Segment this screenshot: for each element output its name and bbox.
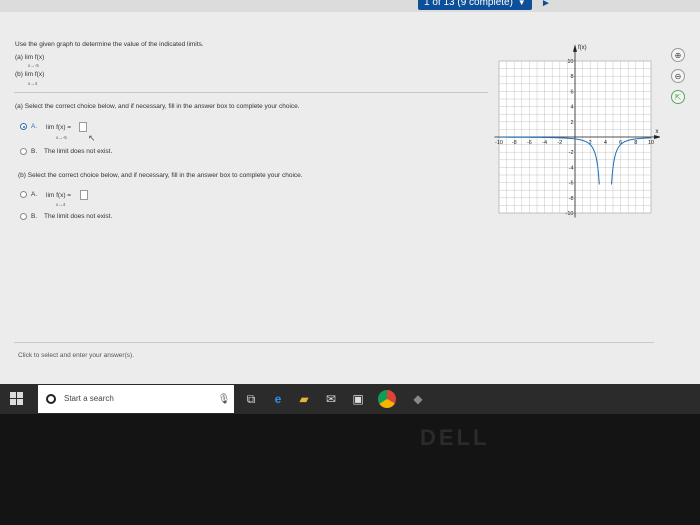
progress-label: 1 of 13 (9 complete): [424, 0, 513, 8]
y-tick-label: 2: [570, 120, 573, 126]
x-tick-label: 10: [648, 140, 654, 146]
external-link-icon[interactable]: ⇱: [671, 90, 685, 104]
mouse-cursor-icon: ↖: [88, 133, 96, 143]
part-b-option-a-label: A.: [31, 191, 38, 198]
part-b-answer-box[interactable]: [80, 190, 88, 200]
part-b-question: (b) lim f(x): [15, 71, 45, 78]
taskbar-search-box[interactable]: Start a search: [38, 385, 234, 413]
part-a-prompt: (a) Select the correct choice below, and…: [15, 103, 300, 110]
search-placeholder: Start a search: [64, 394, 114, 403]
question-panel: Use the given graph to determine the val…: [0, 12, 700, 384]
x-axis-label: x: [656, 129, 659, 135]
microphone-icon[interactable]: 🎙: [216, 393, 232, 407]
next-question-icon[interactable]: ►: [541, 0, 551, 9]
store-icon[interactable]: ▣: [350, 392, 366, 406]
part-a-option-b-label: B.: [31, 148, 38, 155]
chrome-icon[interactable]: [378, 390, 396, 408]
part-b-option-b-label: B.: [31, 213, 38, 220]
x-tick-label: 8: [634, 140, 637, 146]
y-tick-label: -6: [569, 181, 574, 187]
x-tick-label: -6: [527, 140, 532, 146]
x-tick-label: -2: [557, 140, 562, 146]
monitor-bezel: DELL: [0, 414, 700, 525]
part-a-option-a-approach: x→-5: [56, 135, 67, 140]
y-tick-label: -4: [569, 165, 574, 171]
y-tick-label: -2: [569, 150, 574, 156]
edge-icon[interactable]: e: [270, 392, 286, 406]
task-view-icon[interactable]: ⧉: [243, 392, 259, 406]
browser-page: 1 of 13 (9 complete) ▼ ► Use the given g…: [0, 0, 700, 384]
x-tick-label: -4: [542, 140, 547, 146]
part-a-option-b-text: The limit does not exist.: [44, 148, 113, 155]
part-b-option-b-radio[interactable]: [20, 213, 27, 220]
zoom-out-icon[interactable]: ⊖: [671, 69, 685, 83]
zoom-in-icon[interactable]: ⊕: [671, 48, 685, 62]
cortana-icon: [46, 394, 56, 404]
part-a-question: (a) lim f(x): [15, 54, 45, 61]
part-a-option-a-expr: lim f(x) =: [46, 124, 72, 131]
part-b-prompt: (b) Select the correct choice below, and…: [18, 172, 303, 179]
part-b-option-a-radio[interactable]: [20, 191, 27, 198]
y-tick-label: -8: [569, 196, 574, 202]
y-tick-label: 8: [570, 74, 573, 80]
x-tick-label: -8: [512, 140, 517, 146]
file-explorer-icon[interactable]: ▰: [296, 392, 312, 406]
part-b-option-a-expr: lim f(x) =: [46, 192, 72, 199]
app-icon[interactable]: ◆: [410, 392, 426, 406]
footer-divider: [14, 342, 654, 343]
windows-start-icon[interactable]: [10, 392, 24, 406]
x-tick-label: -10: [495, 140, 503, 146]
footer-hint: Click to select and enter your answer(s)…: [18, 352, 134, 359]
part-a-answer-box[interactable]: [79, 122, 87, 132]
progress-dropdown[interactable]: 1 of 13 (9 complete) ▼: [418, 0, 532, 10]
part-a-option-b-radio[interactable]: [20, 148, 27, 155]
mail-icon[interactable]: ✉: [323, 392, 339, 406]
y-axis-arrow-icon: [573, 44, 577, 52]
x-tick-label: 4: [604, 140, 607, 146]
part-b-option-b-text: The limit does not exist.: [44, 213, 113, 220]
y-axis-label: f(x): [578, 45, 587, 51]
y-tick-label: -10: [566, 211, 574, 217]
y-tick-label: 10: [567, 59, 573, 65]
part-a-approach: x→-5: [28, 63, 39, 68]
brand-logo: DELL: [420, 425, 490, 450]
top-bar: 1 of 13 (9 complete) ▼ ►: [0, 0, 700, 12]
windows-taskbar: Start a search 🎙 ⧉ e ▰ ✉ ▣ ◆: [0, 384, 700, 414]
function-graph: f(x)x-10 -8 -6 -4 -2 2 4 6 8 10108642-2-4-6-8-10: [494, 44, 660, 218]
part-b-option-a-approach: x→4: [56, 202, 66, 207]
instruction-text: Use the given graph to determine the val…: [15, 41, 204, 48]
part-b-approach: x→4: [28, 81, 38, 86]
part-a-option-a-label: A.: [31, 123, 38, 130]
y-tick-label: 4: [570, 105, 573, 111]
part-a-option-a-radio[interactable]: [20, 123, 27, 130]
x-axis-arrow-icon: [654, 135, 660, 139]
divider: [14, 92, 488, 93]
y-tick-label: 6: [570, 89, 573, 95]
chevron-down-icon: ▼: [517, 0, 526, 7]
